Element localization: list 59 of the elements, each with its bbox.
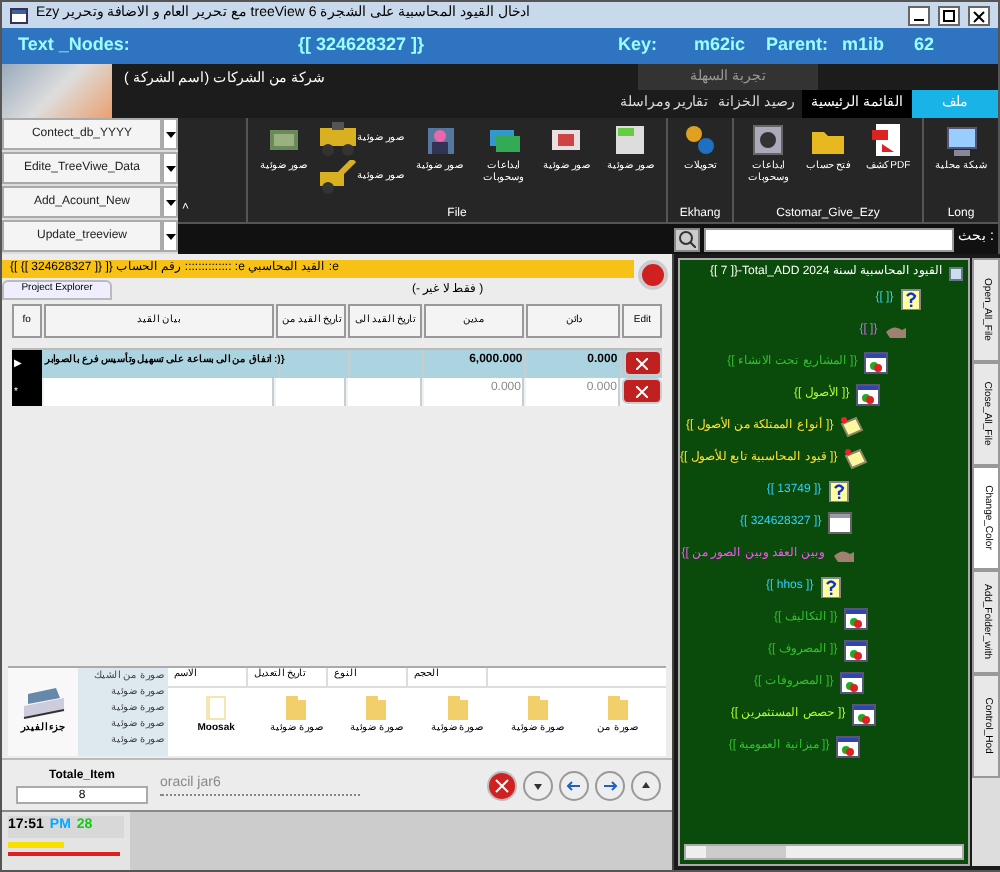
key-value: m62ic [694,32,748,59]
folder-icon [445,694,470,722]
folder-icon [284,694,309,722]
window-icon [839,671,864,693]
close-button[interactable] [968,5,990,25]
horizontal-scrollbar[interactable] [684,844,964,860]
excavator-icon [319,160,356,194]
close-icon [970,7,988,23]
caret-icon [165,199,175,205]
caret-icon [165,165,175,171]
up-button[interactable] [630,769,662,801]
caret-icon [165,233,175,239]
window-icon [863,351,888,373]
pdf-icon [870,122,906,156]
app-icon [10,7,28,23]
caret-icon [165,131,175,137]
scanner-icon [19,686,67,723]
table-cell [276,378,347,406]
close-icon [636,357,649,369]
delete-row-button[interactable] [622,378,663,404]
dropdown-button[interactable] [162,220,178,252]
tree-root-icon [947,265,964,281]
computer-icon [943,122,979,156]
next-button[interactable] [594,769,626,801]
close-entry-button[interactable] [638,260,668,290]
previous-button[interactable] [558,769,590,801]
folder-icon [525,694,550,722]
down-button[interactable] [522,769,554,801]
window-icon [855,383,880,405]
window-icon [843,639,868,661]
nodes-label: Text _Nodes: [18,32,132,59]
node-number: 62 [914,32,935,59]
window-icon [835,735,860,757]
close-icon [636,385,649,397]
folder-icon [364,694,389,722]
help-icon [899,287,924,309]
folder-icon [204,694,229,722]
help-icon [819,575,844,597]
key-label: Key: [618,32,660,59]
close-icon [486,769,518,801]
window-icon [843,607,868,629]
dropdown-button[interactable] [162,118,178,150]
dropdown-button[interactable] [162,152,178,184]
dropdown-button[interactable] [162,186,178,218]
parent-value: m1ib [842,32,887,59]
node-value: {[ 324628327 ]} [298,32,427,59]
help-icon [827,479,852,501]
photo-placeholder [2,64,112,118]
search-field[interactable] [704,227,955,251]
folder-icon [605,694,630,722]
search-button[interactable] [674,227,701,251]
parent-label: Parent: [766,32,831,59]
window-icon [851,703,876,725]
search-icon [678,230,697,248]
document-icon [827,511,852,533]
minimize-button[interactable] [908,5,930,25]
delete-row-button[interactable] [623,350,662,376]
maximize-button[interactable] [938,5,960,25]
maximize-icon [940,7,958,23]
